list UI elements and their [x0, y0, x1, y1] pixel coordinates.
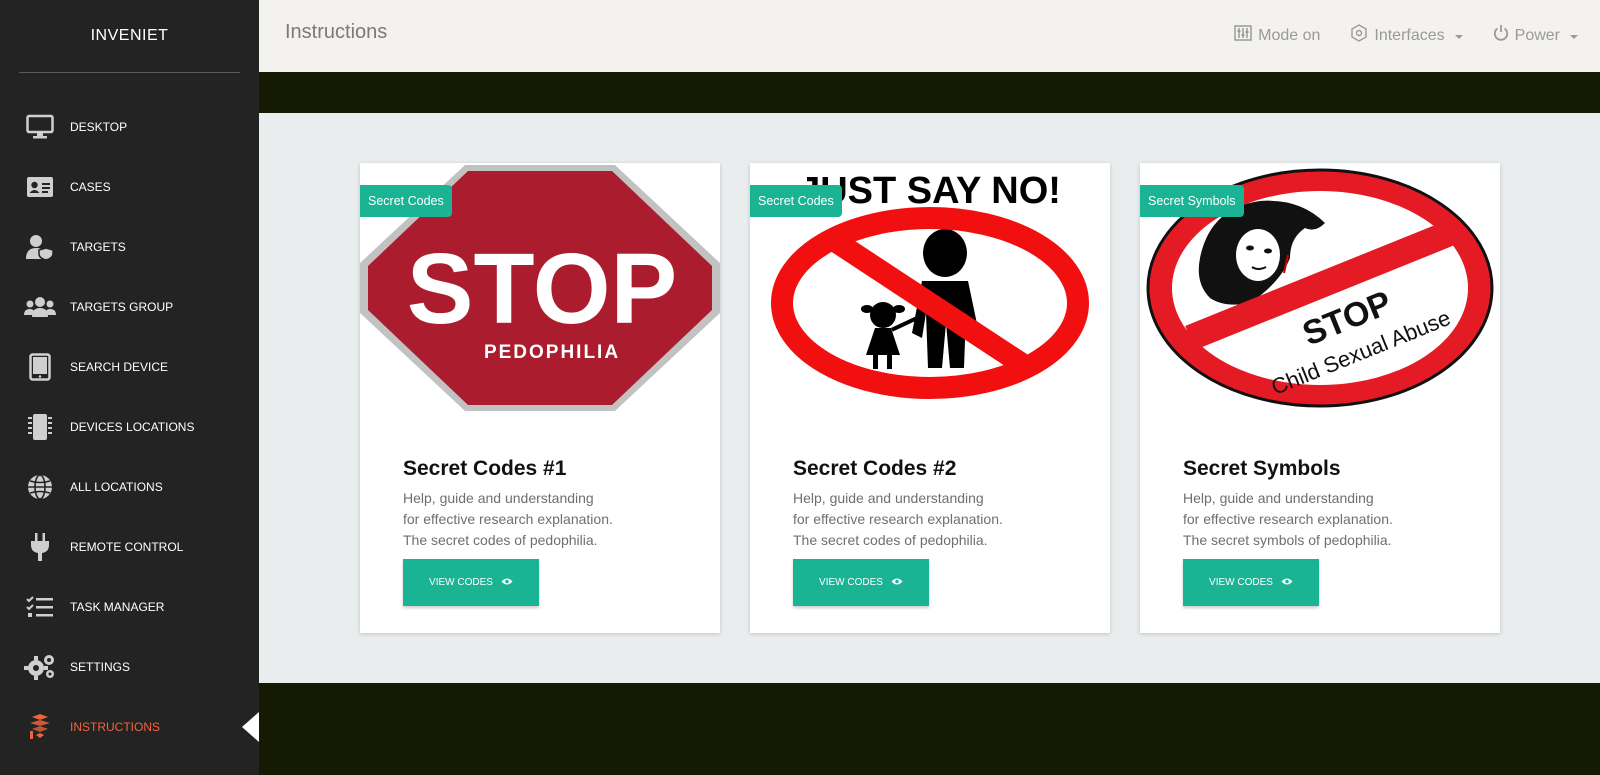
page-title: Instructions — [285, 21, 388, 43]
description-line: The secret symbols of pedophilia. — [1183, 532, 1392, 548]
card-description: Help, guide and understanding for effect… — [1183, 488, 1393, 551]
chevron-down-icon — [1454, 34, 1463, 39]
interfaces-label: Interfaces — [1374, 26, 1445, 44]
sidebar-item-desktop[interactable]: DESKTOP — [0, 97, 259, 157]
sliders-icon — [1234, 25, 1252, 46]
sidebar: INVENIET DESKTOP CASES TARGETS TARGETS G… — [0, 0, 259, 775]
user-shield-icon — [24, 231, 56, 263]
sidebar-item-task-manager[interactable]: TASK MANAGER — [0, 577, 259, 637]
eye-icon — [891, 577, 903, 589]
card-description: Help, guide and understanding for effect… — [793, 488, 1003, 551]
footer-band — [259, 683, 1600, 775]
view-codes-button[interactable]: VIEW CODES — [403, 559, 539, 606]
divider — [19, 72, 240, 73]
chevron-down-icon — [1570, 34, 1578, 39]
sidebar-item-targets[interactable]: TARGETS — [0, 217, 259, 277]
top-navbar: Instructions Mode on Interfaces Power — [259, 0, 1600, 72]
description-line: Help, guide and understanding — [1183, 490, 1374, 506]
sidebar-item-label: REMOTE CONTROL — [70, 540, 184, 554]
category-badge: Secret Codes — [750, 185, 842, 217]
description-line: for effective research explanation. — [403, 511, 613, 527]
svg-text:PEDOPHILIA: PEDOPHILIA — [484, 342, 620, 363]
sidebar-item-remote-control[interactable]: REMOTE CONTROL — [0, 517, 259, 577]
sidebar-item-cases[interactable]: CASES — [0, 157, 259, 217]
description-line: Help, guide and understanding — [403, 490, 594, 506]
globe-icon — [24, 471, 56, 503]
sidebar-item-label: DEVICES LOCATIONS — [70, 420, 195, 434]
eye-icon — [1281, 577, 1293, 589]
description-line: The secret codes of pedophilia. — [793, 532, 988, 548]
card-title: Secret Codes #1 — [403, 457, 567, 480]
sidebar-item-all-locations[interactable]: ALL LOCATIONS — [0, 457, 259, 517]
description-line: for effective research explanation. — [1183, 511, 1393, 527]
instruction-card: STOP PEDOPHILIA Secret Codes Secret Code… — [360, 163, 720, 633]
view-codes-button[interactable]: VIEW CODES — [1183, 559, 1319, 606]
power-icon — [1493, 24, 1509, 47]
card-description: Help, guide and understanding for effect… — [403, 488, 613, 551]
header-band — [259, 72, 1600, 113]
description-line: The secret codes of pedophilia. — [403, 532, 598, 548]
instruction-card: STOP Child Sexual Abuse Secret Symbols S… — [1140, 163, 1500, 633]
sidebar-item-instructions[interactable]: INSTRUCTIONS — [0, 697, 259, 757]
sidebar-item-label: INSTRUCTIONS — [70, 720, 160, 734]
sidebar-item-label: TARGETS — [70, 240, 126, 254]
power-dropdown[interactable]: Power — [1493, 24, 1578, 47]
button-label: VIEW CODES — [429, 577, 493, 588]
brand-logo[interactable]: INVENIET — [0, 0, 259, 72]
eye-icon — [501, 577, 513, 589]
sidebar-item-label: TARGETS GROUP — [70, 300, 174, 314]
sidebar-item-label: TASK MANAGER — [70, 600, 165, 614]
description-line: Help, guide and understanding — [793, 490, 984, 506]
users-icon — [24, 291, 56, 323]
gears-icon — [24, 651, 56, 683]
interfaces-dropdown[interactable]: Interfaces — [1350, 24, 1463, 47]
mode-label: Mode on — [1258, 26, 1321, 44]
desktop-icon — [24, 111, 56, 143]
category-badge: Secret Symbols — [1140, 185, 1244, 217]
sidebar-item-label: SETTINGS — [70, 660, 131, 674]
mode-toggle[interactable]: Mode on — [1234, 25, 1320, 46]
layers-icon — [24, 711, 56, 743]
tasks-icon — [24, 591, 56, 623]
card-title: Secret Symbols — [1183, 457, 1341, 480]
sidebar-item-devices-locations[interactable]: DEVICES LOCATIONS — [0, 397, 259, 457]
instruction-card: JUST SAY NO! Secret Codes Secret Codes #… — [750, 163, 1110, 633]
view-codes-button[interactable]: VIEW CODES — [793, 559, 929, 606]
chip-icon — [24, 411, 56, 443]
sidebar-nav: DESKTOP CASES TARGETS TARGETS GROUP SEAR… — [0, 97, 259, 757]
sidebar-item-search-device[interactable]: SEARCH DEVICE — [0, 337, 259, 397]
svg-text:STOP: STOP — [407, 233, 677, 345]
top-links: Mode on Interfaces Power — [1234, 24, 1578, 47]
sidebar-item-label: SEARCH DEVICE — [70, 360, 169, 374]
button-label: VIEW CODES — [1209, 577, 1273, 588]
sidebar-item-targets-group[interactable]: TARGETS GROUP — [0, 277, 259, 337]
sidebar-item-label: ALL LOCATIONS — [70, 480, 163, 494]
button-label: VIEW CODES — [819, 577, 883, 588]
tablet-icon — [24, 351, 56, 383]
active-indicator — [242, 712, 259, 742]
network-icon — [1350, 24, 1368, 47]
id-card-icon — [24, 171, 56, 203]
sidebar-item-label: DESKTOP — [70, 120, 128, 134]
power-label: Power — [1514, 26, 1560, 44]
sidebar-item-label: CASES — [70, 180, 111, 194]
card-title: Secret Codes #2 — [793, 457, 957, 480]
plug-icon — [24, 531, 56, 563]
sidebar-item-settings[interactable]: SETTINGS — [0, 637, 259, 697]
category-badge: Secret Codes — [360, 185, 452, 217]
description-line: for effective research explanation. — [793, 511, 1003, 527]
